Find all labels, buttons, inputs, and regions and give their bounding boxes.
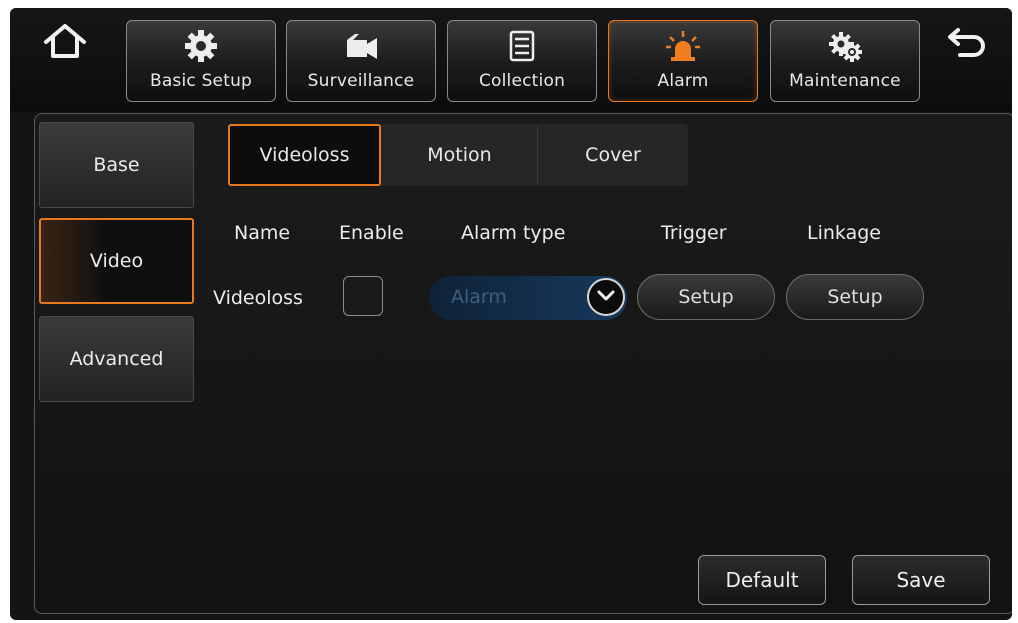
row-name-videoloss: Videoloss [213, 287, 303, 309]
subtab-cover[interactable]: Cover [538, 124, 688, 186]
tab-surveillance-label: Surveillance [307, 71, 415, 91]
alarm-type-value: Alarm [451, 286, 507, 308]
column-header-alarm-type: Alarm type [461, 222, 566, 244]
column-header-enable: Enable [339, 222, 404, 244]
tab-basic-setup[interactable]: Basic Setup [126, 20, 276, 102]
tab-collection[interactable]: Collection [447, 20, 597, 102]
back-arrow-icon [948, 28, 985, 57]
chevron-down-icon [597, 290, 615, 301]
camera-icon [347, 34, 377, 59]
sidebar-item-advanced[interactable]: Advanced [39, 316, 194, 402]
tab-maintenance-label: Maintenance [789, 71, 901, 91]
default-button-label: Default [725, 568, 799, 592]
trigger-setup-label: Setup [678, 286, 734, 308]
subtab-label: Videoloss [259, 144, 350, 166]
linkage-setup-label: Setup [827, 286, 883, 308]
subtab-label: Motion [427, 144, 492, 166]
subtab-motion[interactable]: Motion [382, 124, 537, 186]
save-button-label: Save [896, 568, 946, 592]
top-navigation-bar: Basic Setup Surveillance Collection Alar… [10, 8, 1012, 112]
alarm-light-icon [666, 31, 700, 61]
sidebar-item-video[interactable]: Video [39, 218, 194, 304]
tab-alarm-label: Alarm [657, 71, 709, 91]
gears-icon [829, 32, 862, 62]
subtab-videoloss[interactable]: Videoloss [228, 124, 381, 186]
sidebar-item-label: Base [93, 154, 140, 176]
sidebar-item-label: Advanced [69, 348, 164, 370]
tab-basic-setup-label: Basic Setup [149, 71, 253, 91]
tab-alarm[interactable]: Alarm [608, 20, 758, 102]
tab-surveillance[interactable]: Surveillance [286, 20, 436, 102]
column-header-trigger: Trigger [661, 222, 727, 244]
sidebar-item-label: Video [89, 250, 144, 272]
subtab-label: Cover [585, 144, 641, 166]
enable-checkbox[interactable] [343, 276, 383, 316]
home-button[interactable] [40, 22, 90, 62]
default-button[interactable]: Default [698, 555, 826, 605]
trigger-setup-button[interactable]: Setup [637, 274, 775, 320]
home-icon [44, 24, 86, 58]
sidebar-item-base[interactable]: Base [39, 122, 194, 208]
tab-collection-label: Collection [478, 71, 566, 91]
linkage-setup-button[interactable]: Setup [786, 274, 924, 320]
alarm-type-select[interactable]: Alarm [429, 276, 627, 320]
save-button[interactable]: Save [852, 555, 990, 605]
dvr-screen: Basic Setup Surveillance Collection Alar… [10, 8, 1012, 620]
column-header-linkage: Linkage [807, 222, 881, 244]
column-header-name: Name [234, 222, 291, 244]
gear-icon [185, 30, 217, 62]
back-button[interactable] [944, 22, 992, 64]
tab-maintenance[interactable]: Maintenance [770, 20, 920, 102]
dropdown-toggle[interactable] [587, 278, 625, 316]
document-icon [509, 30, 535, 62]
